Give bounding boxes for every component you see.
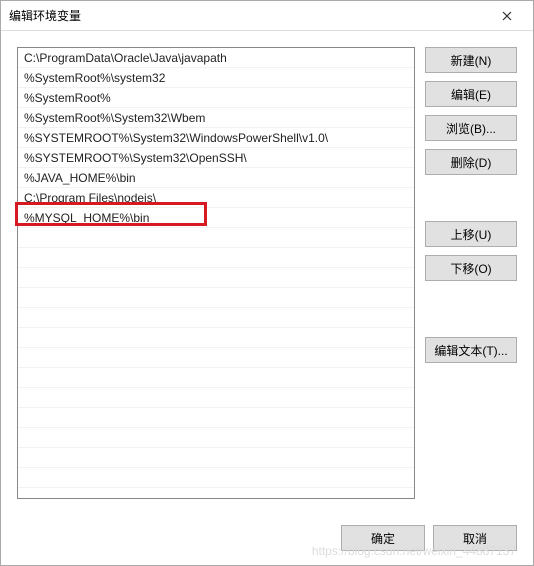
list-item[interactable] [18,348,414,368]
list-item[interactable] [18,388,414,408]
edit-button[interactable]: 编辑(E) [425,81,517,107]
list-item[interactable] [18,428,414,448]
dialog-window: 编辑环境变量 C:\ProgramData\Oracle\Java\javapa… [0,0,534,566]
list-item[interactable]: C:\ProgramData\Oracle\Java\javapath [18,48,414,68]
list-item[interactable] [18,448,414,468]
spacer [425,289,517,329]
content-area: C:\ProgramData\Oracle\Java\javapath%Syst… [1,31,533,515]
dialog-title: 编辑环境变量 [9,7,489,24]
edit-text-button[interactable]: 编辑文本(T)... [425,337,517,363]
delete-button[interactable]: 删除(D) [425,149,517,175]
list-item[interactable]: %MYSQL_HOME%\bin [18,208,414,228]
ok-button[interactable]: 确定 [341,525,425,551]
list-item[interactable]: %SYSTEMROOT%\System32\OpenSSH\ [18,148,414,168]
browse-button[interactable]: 浏览(B)... [425,115,517,141]
list-item[interactable]: C:\Program Files\nodejs\ [18,188,414,208]
cancel-button[interactable]: 取消 [433,525,517,551]
list-item[interactable] [18,248,414,268]
move-down-button[interactable]: 下移(O) [425,255,517,281]
list-item[interactable]: %JAVA_HOME%\bin [18,168,414,188]
list-item[interactable] [18,228,414,248]
list-item[interactable] [18,408,414,428]
list-item[interactable] [18,308,414,328]
new-button[interactable]: 新建(N) [425,47,517,73]
titlebar: 编辑环境变量 [1,1,533,31]
list-item[interactable]: %SystemRoot%\system32 [18,68,414,88]
spacer [425,183,517,213]
list-item[interactable]: %SystemRoot%\System32\Wbem [18,108,414,128]
list-item[interactable] [18,468,414,488]
path-listbox[interactable]: C:\ProgramData\Oracle\Java\javapath%Syst… [17,47,415,499]
list-item[interactable] [18,368,414,388]
list-item[interactable] [18,328,414,348]
move-up-button[interactable]: 上移(U) [425,221,517,247]
close-button[interactable] [489,2,525,30]
list-item[interactable]: %SystemRoot% [18,88,414,108]
list-item[interactable]: %SYSTEMROOT%\System32\WindowsPowerShell\… [18,128,414,148]
footer: 确定 取消 [1,515,533,565]
close-icon [502,11,512,21]
list-item[interactable] [18,288,414,308]
list-item[interactable] [18,268,414,288]
side-button-panel: 新建(N) 编辑(E) 浏览(B)... 删除(D) 上移(U) 下移(O) 编… [425,47,517,503]
